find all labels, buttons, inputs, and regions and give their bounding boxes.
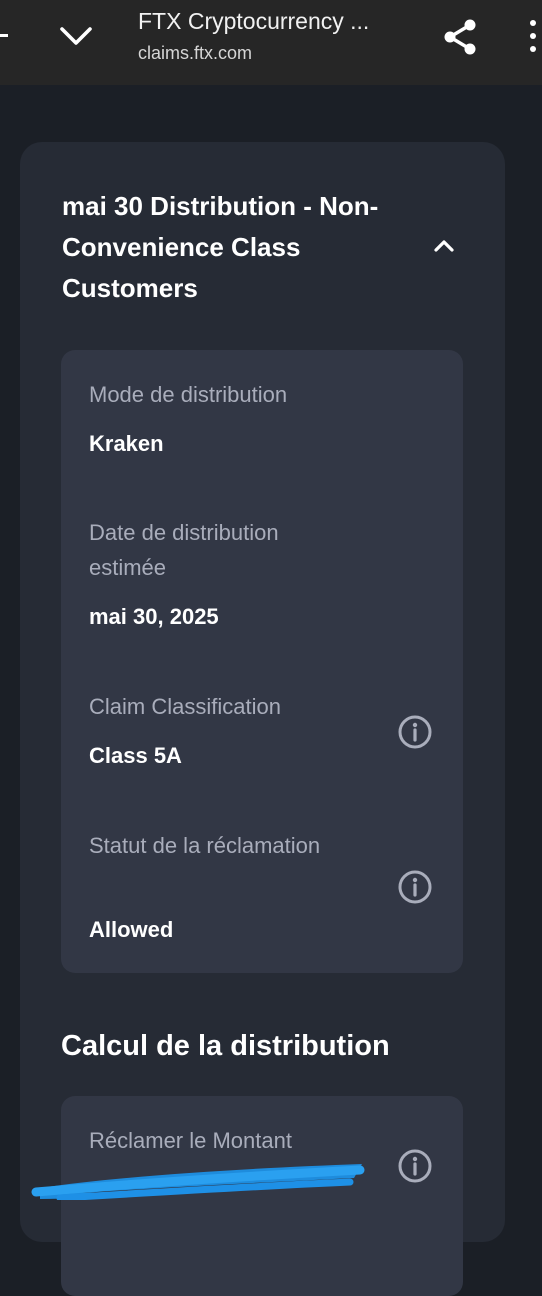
redaction-scribble	[31, 1164, 365, 1200]
